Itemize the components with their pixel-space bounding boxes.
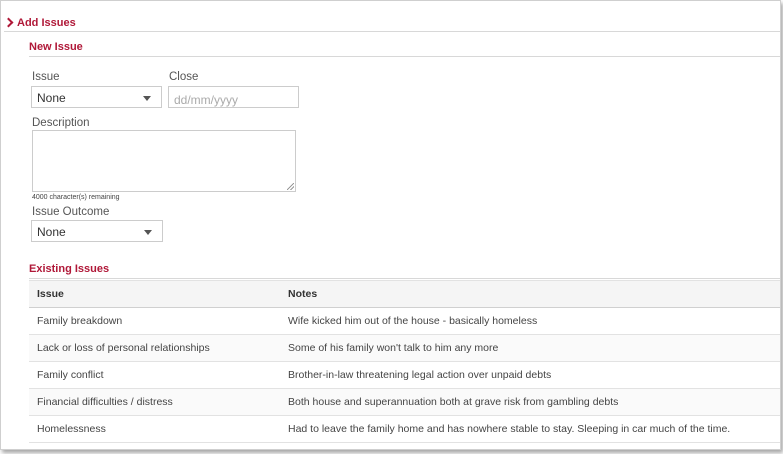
issue-cell: Lack or loss of personal relationships — [29, 334, 280, 362]
issue-cell: Financial difficulties / distress — [29, 388, 280, 416]
issue-cell: Family conflict — [29, 361, 280, 389]
close-date-input[interactable] — [168, 86, 299, 108]
close-label: Close — [169, 71, 199, 83]
issue-outcome-label: Issue Outcome — [32, 206, 110, 218]
notes-cell: Brother-in-law threatening legal action … — [280, 361, 780, 389]
column-header-notes: Notes — [280, 280, 780, 308]
issue-label: Issue — [32, 71, 60, 83]
table-row[interactable]: Family breakdown Wife kicked him out of … — [29, 307, 780, 335]
issue-select[interactable]: None — [31, 86, 162, 108]
table-header-row: Issue Notes — [29, 280, 780, 308]
description-wrapper — [32, 130, 296, 192]
issue-cell: Homelessness — [29, 415, 280, 443]
issue-outcome-select[interactable]: None — [31, 220, 163, 242]
resize-grip-icon[interactable] — [287, 183, 294, 190]
description-textarea[interactable] — [32, 130, 296, 192]
table-row[interactable]: Homelessness Had to leave the family hom… — [29, 415, 780, 443]
notes-cell: Wife kicked him out of the house - basic… — [280, 307, 780, 335]
notes-cell: Some of his family won't talk to him any… — [280, 334, 780, 362]
notes-cell: Had to leave the family home and has now… — [280, 415, 780, 443]
new-issue-heading: New Issue — [29, 41, 780, 57]
chars-remaining: 4000 character(s) remaining — [32, 194, 120, 201]
notes-cell: Both house and superannuation both at gr… — [280, 388, 780, 416]
chevron-down-icon — [144, 230, 152, 235]
issue-outcome-value: None — [37, 225, 66, 239]
column-header-issue: Issue — [29, 280, 280, 308]
section-title: Add Issues — [17, 16, 76, 29]
issue-select-value: None — [37, 91, 66, 105]
table-row[interactable]: Lack or loss of personal relationships S… — [29, 334, 780, 362]
table-row[interactable]: Financial difficulties / distress Both h… — [29, 388, 780, 416]
add-issues-header[interactable]: Add Issues — [3, 14, 780, 32]
existing-issues-table: Issue Notes Family breakdown Wife kicked… — [29, 280, 780, 443]
chevron-right-icon — [3, 17, 14, 28]
table-row[interactable]: Family conflict Brother-in-law threateni… — [29, 361, 780, 389]
add-issues-panel: Add Issues New Issue Issue None Close De… — [0, 0, 781, 450]
chevron-down-icon — [143, 96, 151, 101]
issue-cell: Family breakdown — [29, 307, 280, 335]
description-label: Description — [32, 117, 90, 129]
existing-issues-heading: Existing Issues — [29, 263, 780, 279]
